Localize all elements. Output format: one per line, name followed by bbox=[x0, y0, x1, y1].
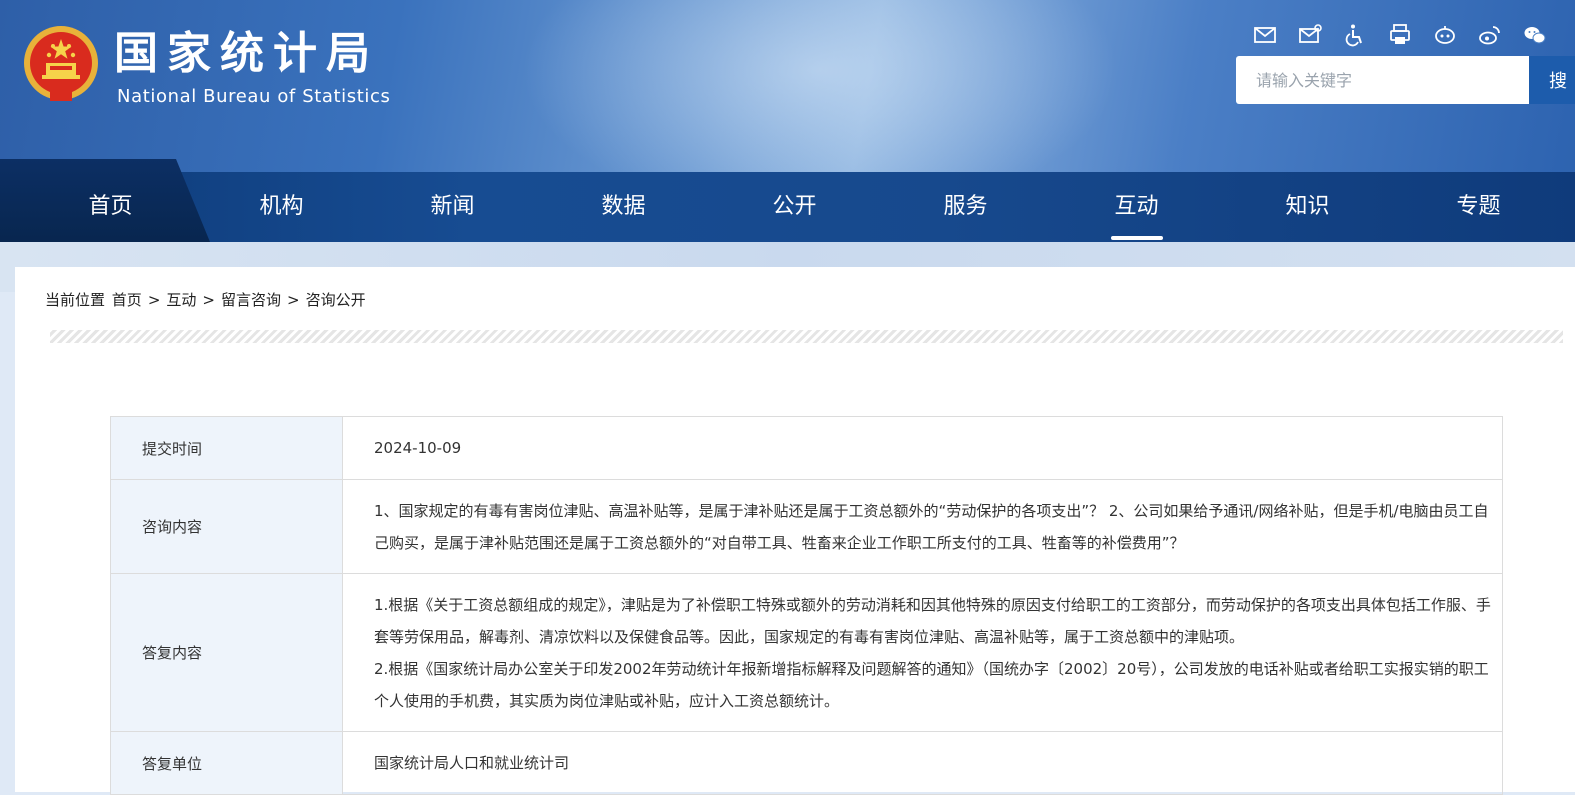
nav-item-knowledge[interactable]: 知识 bbox=[1222, 172, 1393, 242]
submit-time-value: 2024-10-09 bbox=[342, 416, 1503, 480]
nav-item-services[interactable]: 服务 bbox=[880, 172, 1051, 242]
table-row: 答复单位 国家统计局人口和就业统计司 bbox=[110, 731, 1503, 795]
site-title: 国家统计局 bbox=[114, 28, 379, 79]
breadcrumb-consultation[interactable]: 留言咨询 bbox=[221, 291, 281, 309]
nav-item-data[interactable]: 数据 bbox=[538, 172, 709, 242]
wechat-icon[interactable] bbox=[1520, 20, 1550, 50]
decorative-divider bbox=[50, 330, 1563, 343]
nav-item-home[interactable]: 首页 bbox=[25, 172, 196, 242]
robot-icon[interactable] bbox=[1430, 20, 1460, 50]
table-row: 答复内容 1.根据《关于工资总额组成的规定》，津贴是为了补偿职工特殊或额外的劳动… bbox=[110, 573, 1503, 732]
content-panel: 当前位置 首页 > 互动 > 留言咨询 > 咨询公开 提交时间 2024-10-09 咨询内… bbox=[15, 267, 1575, 795]
answer-value: 1.根据《关于工资总额组成的规定》，津贴是为了补偿职工特殊或额外的劳动消耗和因其… bbox=[342, 573, 1503, 732]
print-icon[interactable] bbox=[1385, 20, 1415, 50]
breadcrumb-home[interactable]: 首页 bbox=[112, 291, 142, 309]
breadcrumb-separator: > bbox=[202, 291, 215, 309]
breadcrumb-interaction[interactable]: 互动 bbox=[166, 291, 196, 309]
submit-time-label: 提交时间 bbox=[110, 416, 343, 480]
reply-unit-value: 国家统计局人口和就业统计司 bbox=[342, 731, 1503, 795]
nav-item-topics[interactable]: 专题 bbox=[1393, 172, 1564, 242]
search-button[interactable]: 搜 bbox=[1529, 56, 1575, 104]
breadcrumb-prefix: 当前位置 bbox=[45, 291, 106, 309]
answer-paragraph-1: 1.根据《关于工资总额组成的规定》，津贴是为了补偿职工特殊或额外的劳动消耗和因其… bbox=[374, 595, 1491, 646]
breadcrumb: 当前位置 首页 > 互动 > 留言咨询 > 咨询公开 bbox=[45, 289, 366, 310]
accessibility-icon[interactable] bbox=[1340, 20, 1370, 50]
header-glow bbox=[520, 0, 1120, 172]
mail-icon[interactable] bbox=[1250, 20, 1280, 50]
consultation-table: 提交时间 2024-10-09 咨询内容 1、国家规定的有毒有害岗位津贴、高温补… bbox=[110, 416, 1503, 795]
breadcrumb-separator: > bbox=[147, 291, 161, 309]
nav-item-news[interactable]: 新闻 bbox=[367, 172, 538, 242]
table-row: 提交时间 2024-10-09 bbox=[110, 416, 1503, 480]
question-label: 咨询内容 bbox=[110, 479, 343, 574]
table-row: 咨询内容 1、国家规定的有毒有害岗位津贴、高温补贴等，是属于津补贴还是属于工资总… bbox=[110, 479, 1503, 574]
weibo-icon[interactable] bbox=[1475, 20, 1505, 50]
answer-label: 答复内容 bbox=[110, 573, 343, 732]
answer-paragraph-2: 2.根据《国家统计局办公室关于印发2002年劳动统计年报新增指标解释及问题解答的… bbox=[374, 659, 1489, 710]
main-nav: 首页 机构 新闻 数据 公开 服务 互动 知识 专题 bbox=[0, 159, 1575, 242]
nav-item-disclosure[interactable]: 公开 bbox=[709, 172, 880, 242]
national-emblem-logo[interactable] bbox=[22, 25, 100, 107]
header-toolbar bbox=[1250, 20, 1550, 52]
site-subtitle: National Bureau of Statistics bbox=[117, 86, 391, 107]
question-value: 1、国家规定的有毒有害岗位津贴、高温补贴等，是属于津补贴还是属于工资总额外的“劳… bbox=[342, 479, 1503, 574]
mailbox-icon[interactable] bbox=[1295, 20, 1325, 50]
search-bar: 搜 bbox=[1236, 56, 1575, 104]
nav-item-organization[interactable]: 机构 bbox=[196, 172, 367, 242]
breadcrumb-public-consultation[interactable]: 咨询公开 bbox=[306, 291, 366, 309]
breadcrumb-separator: > bbox=[287, 291, 300, 309]
search-input[interactable] bbox=[1236, 56, 1529, 104]
reply-unit-label: 答复单位 bbox=[110, 731, 343, 795]
site-header: 国家统计局 National Bureau of Statistics 搜 bbox=[0, 0, 1575, 172]
nav-item-interaction[interactable]: 互动 bbox=[1051, 172, 1222, 242]
